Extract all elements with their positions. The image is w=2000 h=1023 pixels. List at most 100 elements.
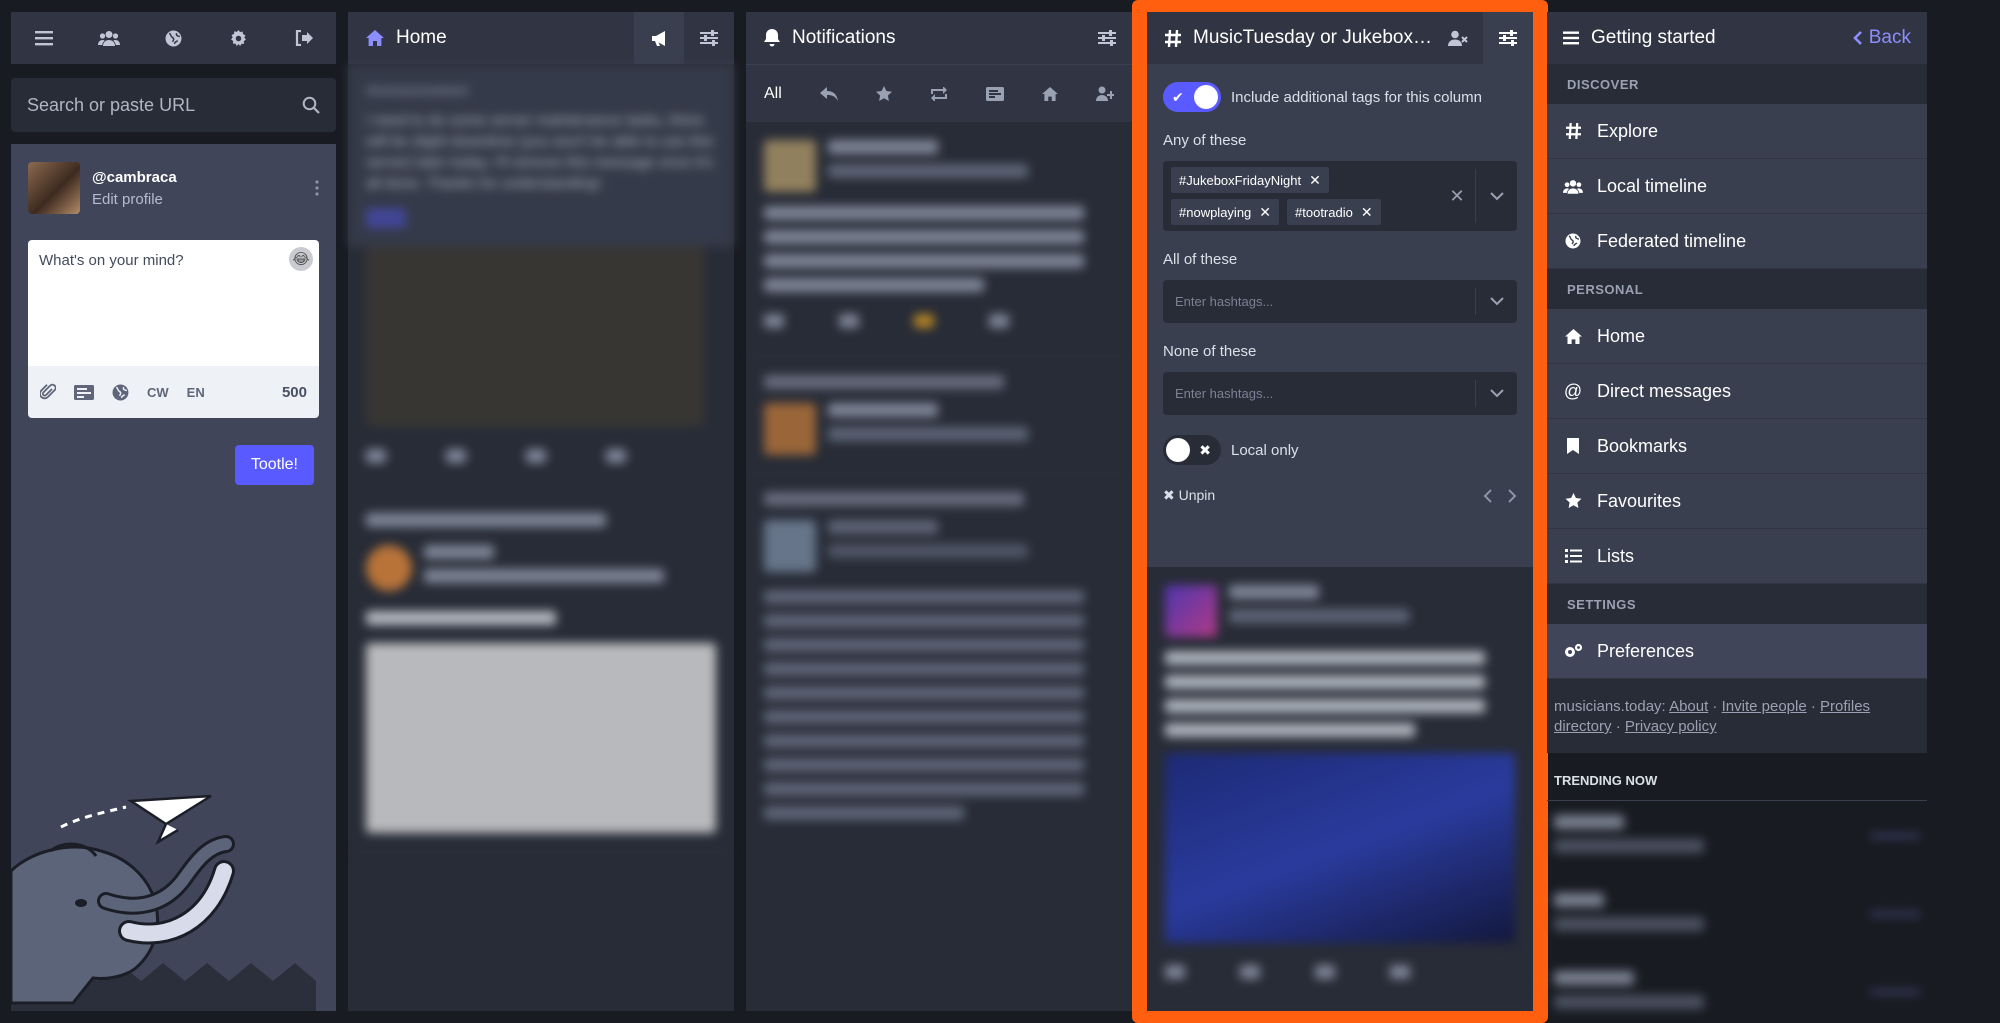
gear-icon[interactable] [206,12,271,64]
all-tags-input[interactable]: Enter hashtags... [1163,280,1517,323]
home-header: Home [348,12,734,64]
notifications-title[interactable]: Notifications [792,27,896,49]
notification-item[interactable] [746,122,1132,357]
announcements-icon[interactable] [634,12,684,64]
trending-title: TRENDING NOW [1547,773,1927,801]
timeline-post[interactable] [348,495,734,852]
mascot-elephant-illustration [11,794,316,1011]
clear-icon[interactable]: ✕ [1439,161,1475,231]
trending-item[interactable] [1554,971,1920,1019]
nav-federated-timeline[interactable]: Federated timeline [1547,214,1927,269]
search-icon[interactable] [302,96,320,114]
visibility-globe-icon[interactable] [112,384,129,401]
content-warning-button[interactable]: CW [147,385,169,400]
globe-icon[interactable] [141,12,206,64]
tab-polls-icon[interactable] [985,86,1004,101]
tab-statuses-home-icon[interactable] [1042,86,1058,101]
home-title[interactable]: Home [396,27,447,49]
users-icon [1563,179,1583,194]
chevron-down-icon[interactable] [1475,169,1517,223]
chevron-down-icon[interactable] [1475,380,1517,407]
emoji-picker-icon[interactable]: 😂 [289,247,313,271]
nav-preferences[interactable]: Preferences [1547,624,1927,679]
unpin-button[interactable]: ✖ Unpin [1163,487,1215,504]
column-settings-icon[interactable] [684,12,734,64]
about-link[interactable]: About [1669,698,1708,715]
trending-list[interactable] [1547,801,1927,1019]
hashtag-icon [1165,29,1181,47]
nav-local-timeline[interactable]: Local timeline [1547,159,1927,214]
any-tags-select[interactable]: #JukeboxFridayNight ✕ #nowplaying ✕ #tootr… [1163,161,1517,231]
nav-explore[interactable]: Explore [1547,104,1927,159]
logout-icon[interactable] [271,12,336,64]
tab-all[interactable]: All [764,85,782,103]
list-icon [1563,549,1583,563]
notifications-column: Notifications All [746,12,1132,1011]
avatar[interactable] [28,162,80,214]
post-image[interactable] [366,247,704,427]
column-settings-icon[interactable] [1483,12,1533,64]
chevron-down-icon[interactable] [1475,288,1517,315]
menu-icon[interactable] [11,12,76,64]
section-settings: SETTINGS [1547,584,1927,624]
section-personal: PERSONAL [1547,269,1927,309]
move-right-icon[interactable] [1508,488,1517,503]
tab-mentions-reply-icon[interactable] [819,86,838,101]
nav-direct-messages[interactable]: @ Direct messages [1547,364,1927,419]
notifications-header: Notifications [746,12,1132,64]
notification-item[interactable] [746,357,1132,474]
notification-filter-tabs: All [746,64,1132,122]
users-icon[interactable] [76,12,141,64]
local-only-toggle[interactable]: ✖ [1163,435,1221,465]
nav-home[interactable]: Home [1547,309,1927,364]
poll-icon[interactable] [74,384,94,400]
remove-tag-icon[interactable]: ✕ [1361,204,1373,221]
trending-item[interactable] [1554,815,1920,863]
any-label: Any of these [1163,132,1247,149]
hashtag-timeline[interactable] [1147,567,1533,1008]
tab-boosts-retweet-icon[interactable] [930,86,948,101]
home-timeline[interactable]: Announcement I need to do some server ma… [348,64,734,852]
compose-nav [11,12,336,64]
compose-textarea[interactable]: What's on your mind? 😂 [28,240,319,366]
hashtag-title[interactable]: MusicTuesday or Jukebox… [1193,27,1432,49]
local-only-label: Local only [1231,441,1299,459]
attachment-icon[interactable] [40,383,56,401]
getting-started-title: Getting started [1591,27,1716,48]
nav-lists[interactable]: Lists [1547,529,1927,584]
tab-favourites-star-icon[interactable] [875,85,892,102]
x-icon: ✖ [1199,442,1211,458]
column-settings-icon[interactable] [1082,12,1132,64]
privacy-policy-link[interactable]: Privacy policy [1625,718,1717,735]
notifications-list[interactable] [746,122,1132,848]
reaction-badge[interactable] [366,208,406,228]
at-icon: @ [1563,380,1583,401]
unfollow-user-icon[interactable] [1433,12,1483,64]
timeline-post[interactable] [1147,567,1533,1008]
include-tags-toggle[interactable]: ✔ [1163,82,1221,112]
remove-tag-icon[interactable]: ✕ [1309,172,1321,189]
announcement-label: Announcement [366,82,468,98]
move-left-icon[interactable] [1483,488,1492,503]
edit-profile-link[interactable]: Edit profile [92,191,303,208]
nav-favourites[interactable]: Favourites [1547,474,1927,529]
invite-link[interactable]: Invite people [1722,698,1807,715]
search-input[interactable]: Search or paste URL [11,78,336,132]
tootle-button[interactable]: Tootle! [234,445,314,485]
remove-tag-icon[interactable]: ✕ [1259,204,1271,221]
back-button[interactable]: Back [1852,27,1927,49]
post-image[interactable] [366,643,716,833]
tag-chip: #JukeboxFridayNight ✕ [1171,167,1329,193]
none-tags-input[interactable]: Enter hashtags... [1163,372,1517,415]
notification-item[interactable] [746,474,1132,848]
trending-item[interactable] [1554,893,1920,941]
include-tags-label: Include additional tags for this column [1231,88,1482,106]
tab-follows-user-plus-icon[interactable] [1095,86,1114,101]
account-handle[interactable]: @cambraca [92,169,303,186]
more-options-icon[interactable] [315,180,319,196]
language-button[interactable]: EN [187,385,205,400]
nav-bookmarks[interactable]: Bookmarks [1547,419,1927,474]
check-icon: ✔ [1172,89,1184,105]
footer-links: musicians.today: About · Invite people ·… [1547,679,1927,753]
post-image[interactable] [1165,753,1515,943]
